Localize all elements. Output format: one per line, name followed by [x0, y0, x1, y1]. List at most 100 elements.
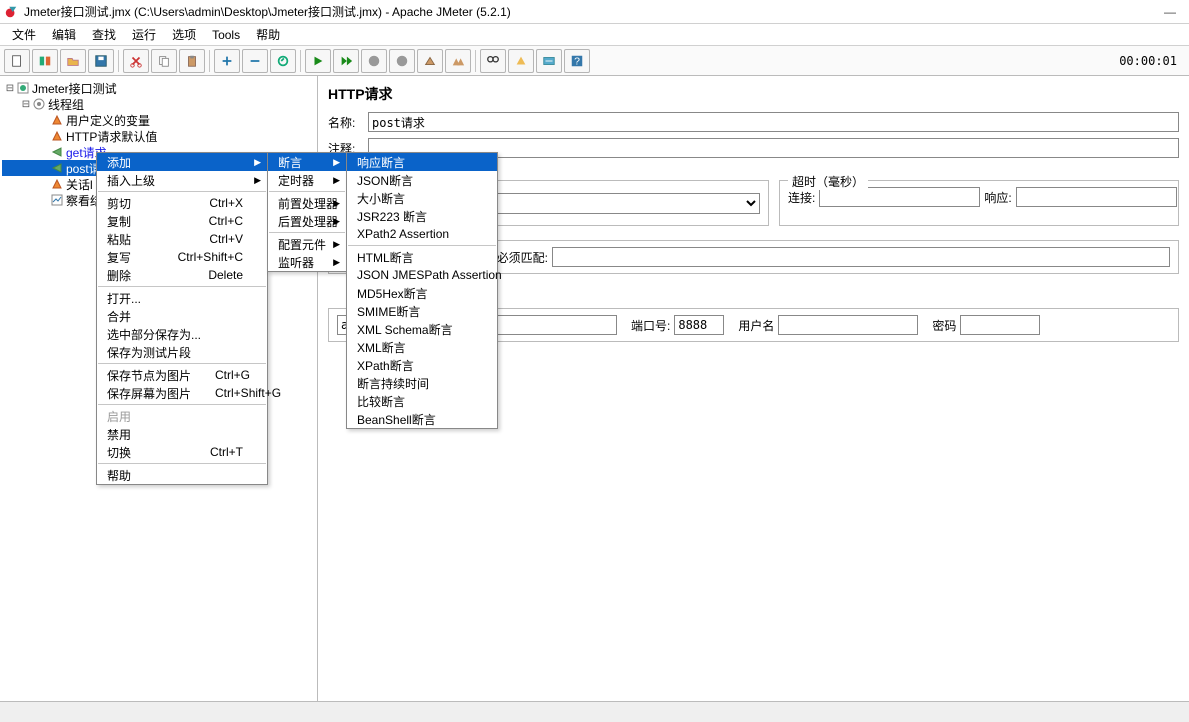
- chevron-right-icon: ▶: [333, 175, 340, 186]
- menu-run[interactable]: 运行: [124, 24, 164, 45]
- context-submenu-add: 断言▶ 定时器▶ 前置处理器▶ 后置处理器▶ 配置元件▶ 监听器▶: [267, 152, 347, 272]
- tree-root[interactable]: ⊟ Jmeter接口测试: [2, 80, 315, 96]
- ctx-add-timer[interactable]: 定时器▶: [268, 171, 346, 189]
- ctx-insert-parent[interactable]: 插入上级▶: [97, 171, 267, 189]
- tree-uservars[interactable]: 用户定义的变量: [2, 112, 315, 128]
- ctx-assert-jsr223[interactable]: JSR223 断言: [347, 207, 497, 225]
- ctx-duplicate[interactable]: 复写Ctrl+Shift+C: [97, 248, 267, 266]
- config-icon: [50, 113, 64, 127]
- menu-help[interactable]: 帮助: [248, 24, 288, 45]
- start-button[interactable]: [305, 49, 331, 73]
- save-button[interactable]: [88, 49, 114, 73]
- tree-httpdefaults[interactable]: HTTP请求默认值: [2, 128, 315, 144]
- ctx-merge[interactable]: 合并: [97, 307, 267, 325]
- status-bar: [0, 701, 1189, 722]
- gear-icon: [32, 97, 46, 111]
- ctx-copy[interactable]: 复制Ctrl+C: [97, 212, 267, 230]
- collapse-icon[interactable]: ⊟: [4, 83, 16, 94]
- help-button[interactable]: ?: [564, 49, 590, 73]
- port-input[interactable]: [674, 315, 724, 335]
- window-title: Jmeter接口测试.jmx (C:\Users\admin\Desktop\J…: [24, 3, 1155, 20]
- ctx-assert-xpath[interactable]: XPath断言: [347, 356, 497, 374]
- ctx-help[interactable]: 帮助: [97, 466, 267, 484]
- ctx-save-node-img[interactable]: 保存节点为图片Ctrl+G: [97, 366, 267, 384]
- port-label: 端口号:: [631, 317, 670, 334]
- ctx-assert-duration[interactable]: 断言持续时间: [347, 374, 497, 392]
- pass-label: 密码: [932, 317, 956, 334]
- context-menu: 添加▶ 插入上级▶ 剪切Ctrl+X 复制Ctrl+C 粘贴Ctrl+V 复写C…: [96, 152, 268, 485]
- toggle-button[interactable]: [270, 49, 296, 73]
- chevron-right-icon: ▶: [254, 157, 261, 168]
- ctx-assert-xml[interactable]: XML断言: [347, 338, 497, 356]
- ctx-assert-xmlschema[interactable]: XML Schema断言: [347, 320, 497, 338]
- ctx-add-config[interactable]: 配置元件▶: [268, 235, 346, 253]
- copy-button[interactable]: [151, 49, 177, 73]
- open-button[interactable]: [60, 49, 86, 73]
- menubar: 文件 编辑 查找 运行 选项 Tools 帮助: [0, 24, 1189, 46]
- cut-button[interactable]: [123, 49, 149, 73]
- ctx-assert-xpath2[interactable]: XPath2 Assertion: [347, 225, 497, 243]
- chevron-right-icon: ▶: [333, 257, 340, 268]
- collapse-icon[interactable]: ⊟: [20, 99, 32, 110]
- reset-search-button[interactable]: [508, 49, 534, 73]
- menu-file[interactable]: 文件: [4, 24, 44, 45]
- ctx-assert-html[interactable]: HTML断言: [347, 248, 497, 266]
- name-input[interactable]: [368, 112, 1179, 132]
- ctx-assert-size[interactable]: 大小断言: [347, 189, 497, 207]
- ctx-assert-compare[interactable]: 比较断言: [347, 392, 497, 410]
- ctx-assert-md5[interactable]: MD5Hex断言: [347, 284, 497, 302]
- ctx-add-preproc[interactable]: 前置处理器▶: [268, 194, 346, 212]
- ctx-assert-json[interactable]: JSON断言: [347, 171, 497, 189]
- chevron-right-icon: ▶: [333, 157, 340, 168]
- ctx-toggle[interactable]: 切换Ctrl+T: [97, 443, 267, 461]
- menu-edit[interactable]: 编辑: [44, 24, 84, 45]
- ctx-cut[interactable]: 剪切Ctrl+X: [97, 194, 267, 212]
- search-button[interactable]: [480, 49, 506, 73]
- ctx-paste[interactable]: 粘贴Ctrl+V: [97, 230, 267, 248]
- menu-options[interactable]: 选项: [164, 24, 204, 45]
- sampler-icon: [50, 145, 64, 159]
- connect-input[interactable]: [819, 187, 980, 207]
- ctx-add-assert[interactable]: 断言▶: [268, 153, 346, 171]
- function-helper-button[interactable]: [536, 49, 562, 73]
- pass-input[interactable]: [960, 315, 1040, 335]
- timeout-legend: 超时（毫秒）: [788, 173, 868, 190]
- clear-all-button[interactable]: [445, 49, 471, 73]
- ctx-assert-smime[interactable]: SMIME断言: [347, 302, 497, 320]
- ctx-save-screen-img[interactable]: 保存屏幕为图片Ctrl+Shift+G: [97, 384, 267, 402]
- ctx-add[interactable]: 添加▶: [97, 153, 267, 171]
- menu-search[interactable]: 查找: [84, 24, 124, 45]
- ctx-add-listener[interactable]: 监听器▶: [268, 253, 346, 271]
- paste-button[interactable]: [179, 49, 205, 73]
- ctx-disable[interactable]: 禁用: [97, 425, 267, 443]
- ctx-assert-beanshell[interactable]: BeanShell断言: [347, 410, 497, 428]
- clear-button[interactable]: [417, 49, 443, 73]
- connect-label: 连接:: [788, 189, 815, 206]
- templates-button[interactable]: [32, 49, 58, 73]
- menu-tools[interactable]: Tools: [204, 26, 248, 44]
- sampler-icon: [50, 161, 64, 175]
- ctx-enable: 启用: [97, 407, 267, 425]
- elapsed-timer: 00:00:01: [1119, 54, 1185, 68]
- ctx-assert-jmespath[interactable]: JSON JMESPath Assertion: [347, 266, 497, 284]
- ctx-save-selection[interactable]: 选中部分保存为...: [97, 325, 267, 343]
- ctx-delete[interactable]: 删除Delete: [97, 266, 267, 284]
- toolbar: ? 00:00:01: [0, 46, 1189, 76]
- ctx-open[interactable]: 打开...: [97, 289, 267, 307]
- new-button[interactable]: [4, 49, 30, 73]
- stop-button[interactable]: [361, 49, 387, 73]
- tree-threadgroup[interactable]: ⊟ 线程组: [2, 96, 315, 112]
- shutdown-button[interactable]: [389, 49, 415, 73]
- context-submenu-assertions: 响应断言 JSON断言 大小断言 JSR223 断言 XPath2 Assert…: [346, 152, 498, 429]
- collapse-button[interactable]: [242, 49, 268, 73]
- minimize-button[interactable]: —: [1155, 5, 1185, 19]
- expand-button[interactable]: [214, 49, 240, 73]
- ctx-save-fragment[interactable]: 保存为测试片段: [97, 343, 267, 361]
- url-match-input[interactable]: [552, 247, 1170, 267]
- svg-text:?: ?: [574, 55, 580, 67]
- ctx-add-postproc[interactable]: 后置处理器▶: [268, 212, 346, 230]
- response-input[interactable]: [1016, 187, 1177, 207]
- user-input[interactable]: [778, 315, 918, 335]
- ctx-assert-response[interactable]: 响应断言: [347, 153, 497, 171]
- start-no-pause-button[interactable]: [333, 49, 359, 73]
